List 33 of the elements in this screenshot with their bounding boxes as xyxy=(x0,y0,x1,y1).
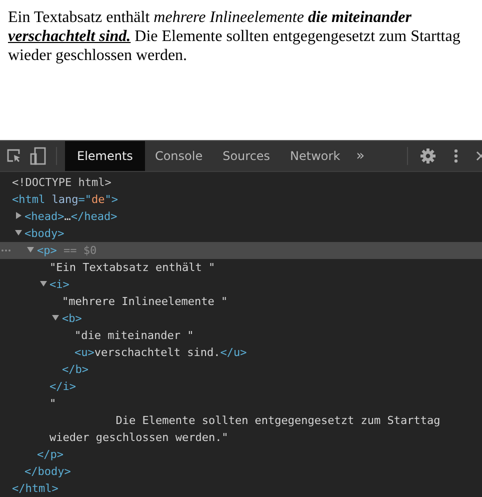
closing-tag[interactable]: </b> xyxy=(62,363,88,376)
closing-tag[interactable]: </body> xyxy=(24,465,71,478)
panel-tab[interactable]: Elements xyxy=(65,141,145,171)
collapse-triangle-icon[interactable] xyxy=(52,314,59,321)
element-tag[interactable]: <html lang="de"> xyxy=(12,193,118,206)
element-tag[interactable]: <body> xyxy=(24,227,64,240)
panel-tab[interactable]: Console xyxy=(144,141,213,171)
closing-tag[interactable]: </p> xyxy=(37,448,64,461)
kebab-menu-icon[interactable] xyxy=(454,149,458,163)
quoted-text: "die miteinander " xyxy=(74,329,194,342)
closing-tag[interactable]: </html> xyxy=(12,482,58,495)
device-icon[interactable] xyxy=(30,147,46,165)
collapse-triangle-icon[interactable] xyxy=(40,280,46,287)
quoted-text: "mehrere Inlineelemente " xyxy=(62,295,228,308)
inspect-cursor-icon[interactable] xyxy=(6,148,22,164)
element-tag[interactable]: <i> xyxy=(50,278,70,291)
paragraph-text: Ein Textabsatz enthält mehrere Inlineelemente die miteinander verschachtelt sind. Die Elemente sollten entgegengesetzt zum Starttag wieder geschlossen werden. xyxy=(8,8,462,65)
collapse-triangle-icon[interactable] xyxy=(27,246,34,253)
settings-icon[interactable] xyxy=(420,148,436,164)
more-tabs-button[interactable]: » xyxy=(350,148,371,164)
doctype-text: <!DOCTYPE html> xyxy=(12,176,112,189)
element-tag[interactable]: <u>verschachtelt sind.</u> xyxy=(74,346,247,359)
element-tag[interactable]: <head>…</head> xyxy=(24,210,118,223)
collapse-triangle-icon[interactable] xyxy=(14,229,22,236)
quoted-text: "Ein Textabsatz enthält " xyxy=(50,261,216,274)
panel-tab[interactable]: Sources xyxy=(212,141,280,171)
expand-triangle-icon[interactable] xyxy=(14,212,22,219)
closing-tag[interactable]: </i> xyxy=(50,380,76,393)
panel-tab[interactable]: Network xyxy=(280,141,350,171)
quoted-text: " Die Elemente sollten entgegengesetzt zum Starttag wieder geschlossen werden." xyxy=(50,397,442,444)
element-tag[interactable]: <b> xyxy=(62,312,82,325)
element-tag[interactable]: <p> == $0 xyxy=(37,244,97,257)
ellipsis-icon[interactable] xyxy=(1,249,11,252)
